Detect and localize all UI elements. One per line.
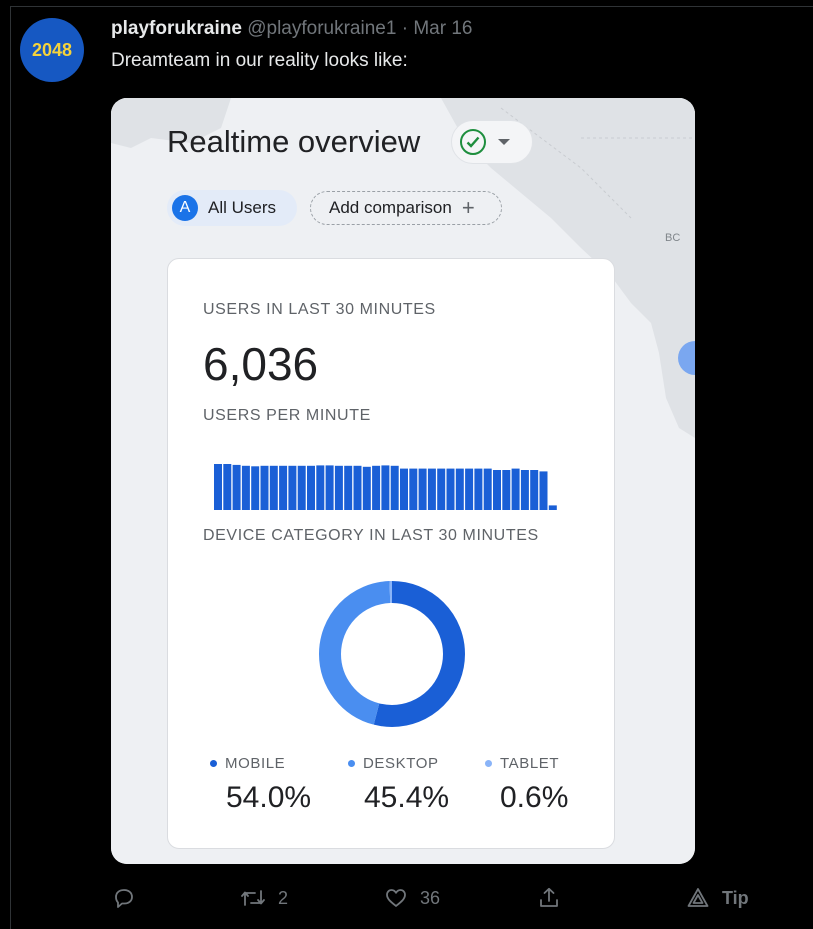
tip-button[interactable]: Tip [686,886,749,910]
legend-tablet-bullet [485,760,492,767]
legend-desktop-label: DESKTOP [363,755,439,772]
per-minute-bar[interactable] [297,465,306,510]
per-minute-bar[interactable] [214,464,222,510]
per-minute-bar[interactable] [530,470,539,510]
tablet-percent: 0.6% [500,781,569,814]
chevron-down-icon [498,139,510,145]
legend-tablet: TABLET [485,755,559,772]
per-minute-bar[interactable] [251,466,260,510]
per-minute-bar[interactable] [316,465,325,510]
mobile-percent: 54.0% [226,781,312,814]
legend-mobile-label: MOBILE [225,755,286,772]
retweet-count: 2 [278,887,289,908]
per-minute-bar[interactable] [269,465,278,510]
avatar-text: 2048 [31,39,73,60]
per-minute-bar[interactable] [279,465,288,510]
legend-mobile-bullet [210,760,217,767]
add-comparison-button[interactable]: Add comparison + [310,191,502,225]
per-minute-bar[interactable] [362,466,371,510]
status-dropdown[interactable] [451,120,533,164]
desktop-percent: 45.4% [364,781,450,814]
legend-tablet-label: TABLET [500,755,560,772]
realtime-title: Realtime overview [167,124,421,159]
user-handle[interactable]: @playforukraine1 [247,18,396,39]
per-minute-bar[interactable] [260,465,269,510]
per-minute-bar[interactable] [232,464,241,510]
per-minute-bar[interactable] [390,465,399,510]
reply-icon [115,889,133,908]
per-minute-bar[interactable] [418,468,427,510]
per-minute-bar[interactable] [223,464,232,510]
tweet-text: Dreamteam in our reality looks like: [111,50,408,71]
per-minute-bar[interactable] [409,468,418,510]
separator: · [401,18,409,39]
users-count: 6,036 [203,338,319,390]
display-name[interactable]: playforukraine [111,18,242,39]
per-minute-bar[interactable] [325,465,334,510]
share-button[interactable] [537,886,573,910]
per-minute-label: USERS PER MINUTE [203,407,371,424]
per-minute-bar[interactable] [493,470,501,510]
all-users-label: All Users [208,198,277,217]
per-minute-bar[interactable] [241,465,250,510]
tip-label: Tip [722,887,749,908]
per-minute-bar[interactable] [502,470,511,510]
legend-desktop-bullet [348,760,355,767]
device-donut-chart[interactable] [317,579,467,729]
per-minute-bar[interactable] [334,465,343,510]
per-minute-bar[interactable] [520,470,529,510]
tweet-header: playforukraine @playforukraine1 · Mar 16 [111,18,472,40]
users-label: USERS IN LAST 30 MINUTES [203,301,436,318]
per-minute-bar[interactable] [307,465,315,510]
realtime-card: USERS IN LAST 30 MINUTES 6,036 USERS PER… [167,258,615,849]
heart-icon [386,889,406,907]
per-minute-bar[interactable] [539,471,548,510]
per-minute-bar[interactable] [400,468,408,510]
tweet-actions: 2 36 Tip [0,880,813,920]
plus-icon: + [461,195,475,220]
per-minute-bar[interactable] [372,465,381,510]
legend-mobile: MOBILE [210,755,285,772]
per-minute-bar[interactable] [455,468,464,510]
avatar[interactable]: 2048 [20,18,84,82]
per-minute-bar[interactable] [483,468,492,510]
per-minute-bar[interactable] [474,468,483,510]
per-minute-bar[interactable] [465,468,474,510]
retweet-icon [241,890,265,906]
map-label-bc: BC [665,232,681,244]
per-minute-bar[interactable] [446,468,455,510]
retweet-button[interactable]: 2 [240,886,288,910]
per-minute-bar[interactable] [427,468,436,510]
like-count: 36 [420,887,441,908]
tweet-media[interactable]: Realtime overview A All Users Add compar… [111,98,695,864]
per-minute-bar[interactable] [548,505,557,510]
per-minute-bar[interactable] [511,468,520,510]
add-comparison-label: Add comparison [329,198,452,217]
per-minute-bar[interactable] [288,465,297,510]
legend-desktop: DESKTOP [348,755,439,772]
segment-letter: A [172,195,198,221]
tweet-date[interactable]: Mar 16 [413,18,472,39]
all-users-chip[interactable]: A All Users [167,190,297,226]
per-minute-bar[interactable] [353,465,362,510]
check-circle-icon [460,129,486,155]
like-button[interactable]: 36 [384,886,440,910]
reply-button[interactable] [112,886,148,910]
per-minute-bar[interactable] [344,465,353,510]
per-minute-bar[interactable] [381,465,390,510]
device-label: DEVICE CATEGORY IN LAST 30 MINUTES [203,527,539,544]
per-minute-bar[interactable] [437,468,446,510]
tip-icon [687,888,709,907]
share-icon [540,887,558,907]
users-per-minute-chart[interactable] [214,454,574,510]
